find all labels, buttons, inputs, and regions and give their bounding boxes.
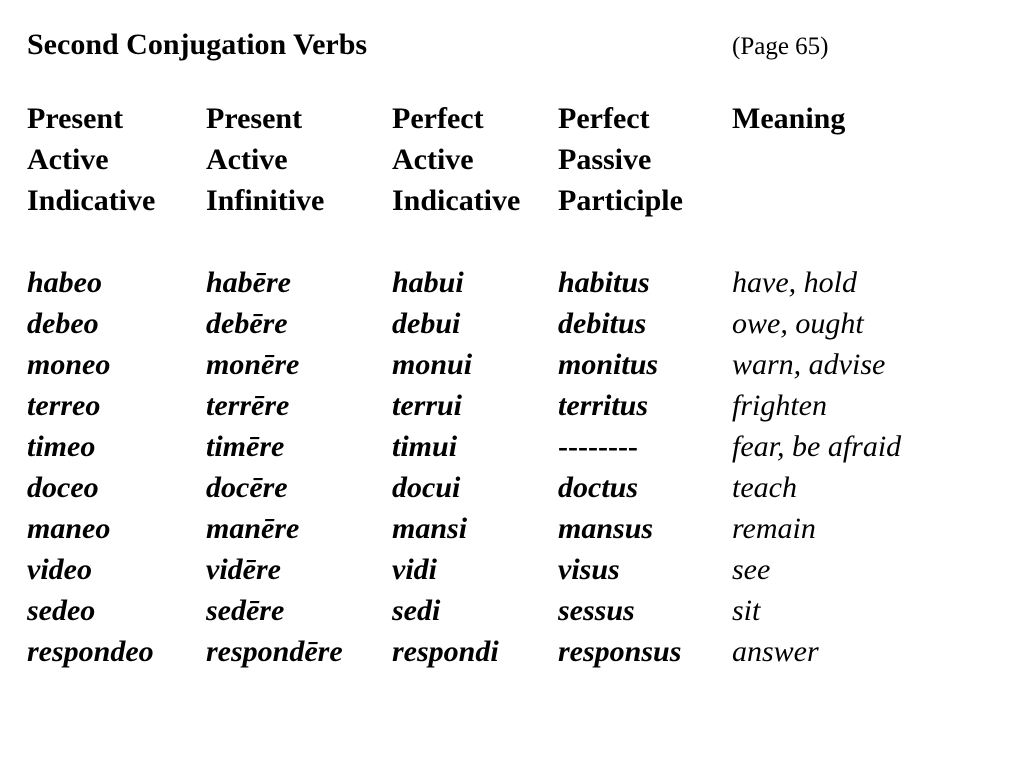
header-line: Present: [27, 102, 124, 135]
cell-perfect-active-indicative: timui: [392, 430, 458, 463]
cell-present-active-indicative: habeo: [27, 266, 102, 299]
cell-perfect-passive-participle: responsus: [558, 635, 682, 668]
header-line: Infinitive: [206, 184, 325, 217]
cell-present-active-indicative: respondeo: [27, 635, 154, 668]
cell-perfect-passive-participle: sessus: [558, 594, 635, 627]
header-line: Participle: [558, 184, 683, 217]
cell-perfect-active-indicative: debui: [392, 307, 461, 340]
cell-perfect-passive-participle: territus: [558, 389, 649, 422]
slide-title: Second Conjugation Verbs: [27, 28, 368, 61]
cell-present-active-infinitive: habēre: [206, 266, 291, 299]
cell-perfect-active-indicative: terrui: [392, 389, 463, 422]
cell-perfect-passive-participle: visus: [558, 553, 620, 586]
cell-perfect-active-indicative: habui: [392, 266, 464, 299]
page-reference: (Page 65): [732, 33, 829, 60]
header-meaning: Meaning: [732, 98, 845, 139]
cell-meaning: sit: [732, 594, 761, 627]
cell-perfect-active-indicative: sedi: [392, 594, 441, 627]
cell-perfect-passive-participle: --------: [558, 430, 638, 463]
cell-perfect-passive-participle: mansus: [558, 512, 654, 545]
cell-perfect-active-indicative: vidi: [392, 553, 437, 586]
header-line: Meaning: [732, 102, 846, 135]
header-line: Passive: [558, 143, 652, 176]
header-line: Perfect: [558, 102, 650, 135]
cell-present-active-indicative: moneo: [27, 348, 111, 381]
cell-perfect-passive-participle: habitus: [558, 266, 650, 299]
header-line: Present: [206, 102, 303, 135]
cell-meaning: frighten: [732, 389, 827, 422]
cell-meaning: answer: [732, 635, 819, 668]
cell-present-active-infinitive: debēre: [206, 307, 288, 340]
header-present-active-infinitive: Present Active Infinitive: [206, 98, 324, 221]
cell-present-active-infinitive: docēre: [206, 471, 288, 504]
header-line: Active: [206, 143, 288, 176]
cell-present-active-indicative: debeo: [27, 307, 99, 340]
cell-perfect-active-indicative: docui: [392, 471, 461, 504]
header-perfect-active-indicative: Perfect Active Indicative: [392, 98, 520, 221]
cell-perfect-active-indicative: respondi: [392, 635, 499, 668]
cell-present-active-indicative: doceo: [27, 471, 99, 504]
cell-present-active-indicative: maneo: [27, 512, 111, 545]
cell-meaning: fear, be afraid: [732, 430, 902, 463]
cell-present-active-infinitive: monēre: [206, 348, 300, 381]
cell-perfect-active-indicative: monui: [392, 348, 473, 381]
header-line: Indicative: [27, 184, 156, 217]
cell-perfect-active-indicative: mansi: [392, 512, 468, 545]
cell-meaning: teach: [732, 471, 797, 504]
cell-present-active-indicative: timeo: [27, 430, 96, 463]
cell-present-active-indicative: sedeo: [27, 594, 96, 627]
cell-perfect-passive-participle: debitus: [558, 307, 647, 340]
cell-present-active-infinitive: manēre: [206, 512, 300, 545]
cell-perfect-passive-participle: monitus: [558, 348, 659, 381]
cell-meaning: have, hold: [732, 266, 857, 299]
cell-present-active-infinitive: respondēre: [206, 635, 343, 668]
header-line: Active: [27, 143, 109, 176]
cell-meaning: remain: [732, 512, 816, 545]
cell-meaning: see: [732, 553, 771, 586]
cell-meaning: warn, advise: [732, 348, 886, 381]
cell-present-active-indicative: video: [27, 553, 92, 586]
header-line: Indicative: [392, 184, 521, 217]
cell-present-active-infinitive: vidēre: [206, 553, 281, 586]
header-perfect-passive-participle: Perfect Passive Participle: [558, 98, 683, 221]
header-line: Active: [392, 143, 474, 176]
cell-meaning: owe, ought: [732, 307, 864, 340]
cell-perfect-passive-participle: doctus: [558, 471, 639, 504]
header-line: Perfect: [392, 102, 484, 135]
cell-present-active-infinitive: sedēre: [206, 594, 285, 627]
cell-present-active-infinitive: terrēre: [206, 389, 290, 422]
header-present-active-indicative: Present Active Indicative: [27, 98, 155, 221]
cell-present-active-indicative: terreo: [27, 389, 101, 422]
cell-present-active-infinitive: timēre: [206, 430, 285, 463]
